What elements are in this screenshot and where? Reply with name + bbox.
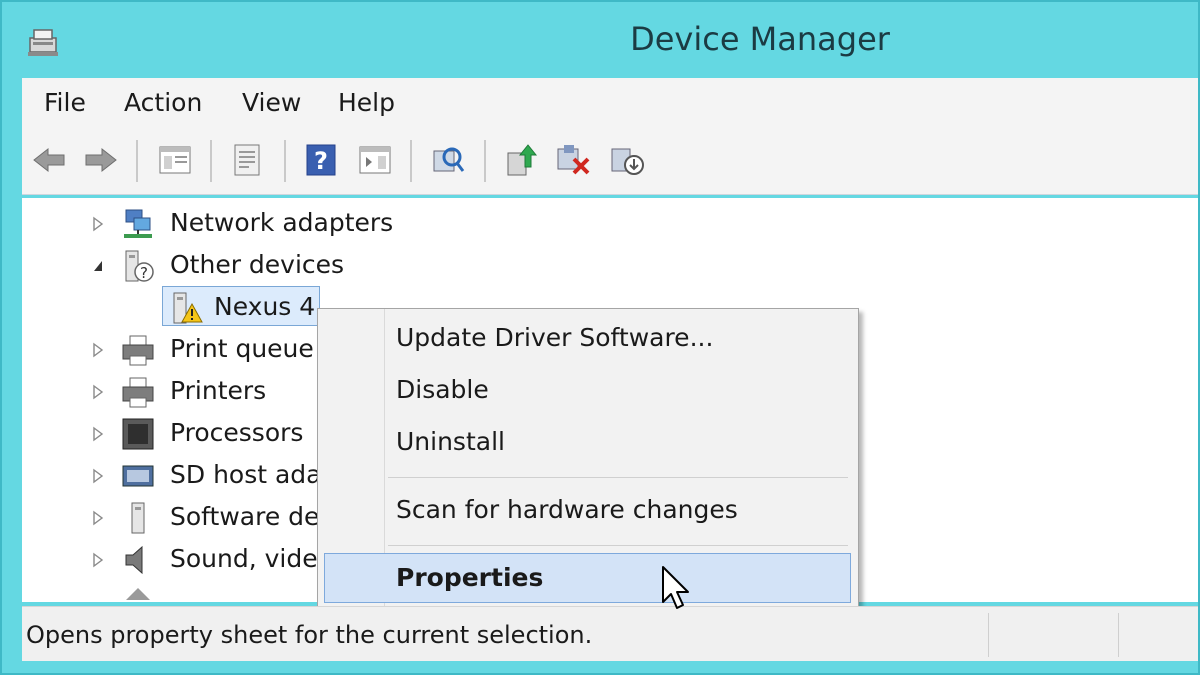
printer-icon (120, 374, 156, 410)
tree-node-label: Nexus 4 (214, 292, 316, 321)
tree-node-label: Other devices (170, 250, 345, 279)
toolbar: ? (22, 128, 1198, 195)
speaker-icon (120, 542, 156, 578)
properties-sheet-icon[interactable] (228, 141, 266, 179)
status-text: Opens property sheet for the current sel… (26, 621, 593, 649)
title-bar: Device Manager (2, 2, 1198, 74)
svg-text:?: ? (140, 264, 148, 282)
tree-node-label: Printers (170, 376, 267, 405)
forward-arrow-icon[interactable] (82, 141, 120, 179)
expand-arrow-icon[interactable] (92, 468, 104, 484)
menu-file[interactable]: File (44, 88, 86, 117)
expand-arrow-icon[interactable] (92, 216, 104, 232)
menu-bar: File Action View Help (22, 78, 1198, 129)
expand-arrow-icon[interactable] (92, 342, 104, 358)
mouse-cursor-icon (660, 564, 696, 616)
tree-node-label: Software de (170, 502, 320, 531)
tree-node-network-adapters[interactable]: Network adapters (22, 204, 1198, 244)
window-title: Device Manager (630, 20, 890, 58)
menu-item-properties[interactable]: Properties (396, 563, 543, 592)
uninstall-device-icon[interactable] (554, 141, 592, 179)
sd-host-icon (120, 458, 156, 494)
tree-node-label: SD host ada (170, 460, 322, 489)
scan-hardware-icon[interactable] (428, 141, 466, 179)
expand-arrow-icon[interactable] (92, 426, 104, 442)
tree-node-other-devices[interactable]: ? Other devices (22, 246, 1198, 286)
menu-action[interactable]: Action (124, 88, 202, 117)
warning-device-icon (168, 290, 204, 326)
window-frame: Device Manager File Action View Help ? N… (0, 0, 1200, 675)
network-adapter-icon (120, 206, 156, 242)
status-bar: Opens property sheet for the current sel… (22, 606, 1198, 661)
tree-node-label: Sound, vide (170, 544, 318, 573)
disable-device-icon[interactable] (608, 141, 646, 179)
tree-node-label: Network adapters (170, 208, 394, 237)
storage-controller-icon (120, 584, 156, 602)
processor-icon (120, 416, 156, 452)
help-icon[interactable]: ? (302, 141, 340, 179)
back-arrow-icon[interactable] (30, 141, 68, 179)
tree-node-label: Processors (170, 418, 304, 447)
show-hide-console-tree-icon[interactable] (156, 141, 194, 179)
context-menu: Update Driver Software... Disable Uninst… (317, 308, 859, 610)
collapse-arrow-icon[interactable] (92, 258, 104, 274)
action-pane-icon[interactable] (356, 141, 394, 179)
menu-item-uninstall[interactable]: Uninstall (396, 427, 505, 456)
update-driver-icon[interactable] (502, 141, 540, 179)
expand-arrow-icon[interactable] (92, 510, 104, 526)
software-device-icon (120, 500, 156, 536)
menu-item-disable[interactable]: Disable (396, 375, 489, 404)
printer-icon (120, 332, 156, 368)
menu-view[interactable]: View (242, 88, 301, 117)
menu-item-scan-hardware[interactable]: Scan for hardware changes (396, 495, 738, 524)
menu-help[interactable]: Help (338, 88, 395, 117)
other-devices-icon: ? (120, 248, 156, 284)
tree-node-label: Print queue (170, 334, 314, 363)
svg-text:?: ? (314, 147, 328, 175)
menu-item-update-driver[interactable]: Update Driver Software... (396, 323, 713, 352)
expand-arrow-icon[interactable] (92, 384, 104, 400)
expand-arrow-icon[interactable] (92, 552, 104, 568)
